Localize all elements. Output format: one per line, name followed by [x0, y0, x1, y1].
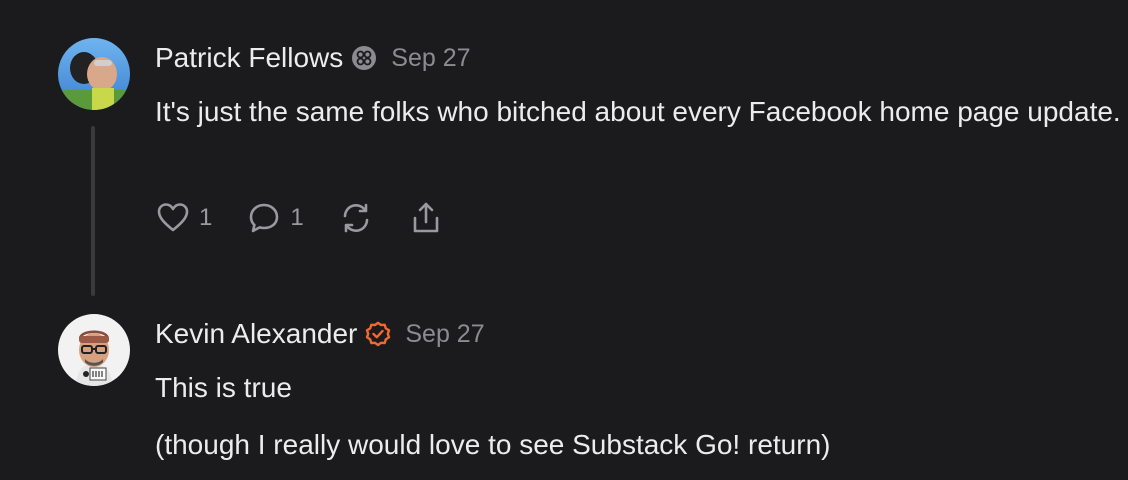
share-icon — [408, 200, 444, 236]
restack-icon — [338, 200, 374, 236]
thread-line — [91, 126, 95, 296]
share-button[interactable] — [408, 200, 444, 236]
comment-bubble-icon — [246, 200, 282, 236]
subscriber-badge-icon — [351, 45, 377, 71]
like-count: 1 — [199, 204, 213, 231]
verified-check-icon — [365, 321, 391, 347]
comment-actions: 1 1 — [155, 200, 478, 236]
comment-header: Kevin Alexander Sep 27 — [155, 318, 485, 350]
comment-text: (though I really would love to see Subst… — [155, 429, 831, 460]
comment-body: It's just the same folks who bitched abo… — [155, 90, 1125, 134]
author-name[interactable]: Patrick Fellows — [155, 42, 343, 74]
comment-date[interactable]: Sep 27 — [405, 320, 484, 349]
avatar[interactable] — [58, 38, 130, 110]
comment-text: It's just the same folks who bitched abo… — [155, 96, 1121, 127]
comment-header: Patrick Fellows Sep 27 — [155, 42, 471, 74]
reply-count: 1 — [290, 204, 304, 231]
comment-text: This is true — [155, 372, 292, 403]
like-button[interactable]: 1 — [155, 200, 212, 236]
heart-icon — [155, 200, 191, 236]
author-name[interactable]: Kevin Alexander — [155, 318, 357, 350]
restack-button[interactable] — [338, 200, 374, 236]
comment-date[interactable]: Sep 27 — [391, 44, 470, 73]
comment-body: This is true (though I really would love… — [155, 366, 1125, 467]
reply-button[interactable]: 1 — [246, 200, 304, 236]
comment-thread: Patrick Fellows Sep 27 It's just the sam… — [0, 0, 1128, 480]
avatar[interactable] — [58, 314, 130, 386]
